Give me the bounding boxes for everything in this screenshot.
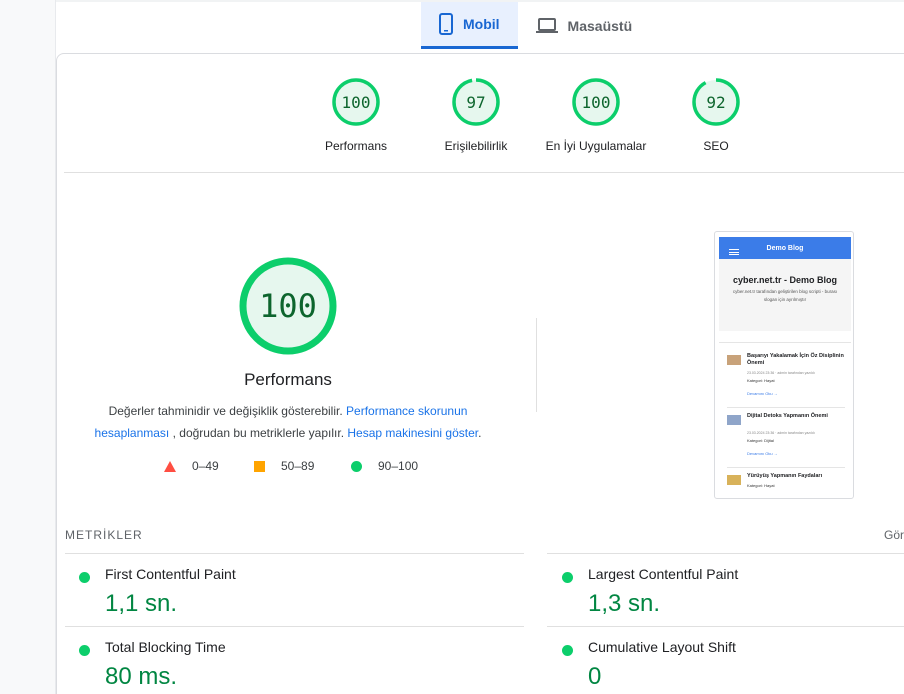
screenshot-post: Dijital Detoks Yapmanın Önemi 23.03.2024…	[727, 413, 845, 463]
metric-value: 80 ms.	[105, 663, 178, 690]
metric-divider	[547, 626, 904, 627]
metric-label: First Contentful Paint	[105, 566, 236, 582]
category-score: 97	[466, 92, 486, 112]
post-thumbnail	[727, 415, 741, 425]
screenshot-site-subtitle: cyber.net.tr tarafından geliştirilen blo…	[732, 289, 838, 302]
category-label: Erişilebilirlik	[444, 139, 508, 153]
score-legend: 0–49 50–89 90–100	[164, 459, 418, 473]
category-gauge[interactable]: 97	[451, 77, 501, 127]
metric-label: Cumulative Layout Shift	[588, 639, 736, 655]
tab-desktop-label: Masaüstü	[567, 17, 633, 34]
metric-divider	[65, 553, 524, 554]
category-score: 100	[581, 92, 611, 112]
left-panel	[0, 0, 56, 694]
legend-average-range: 50–89	[281, 459, 315, 473]
legend-fail: 0–49	[164, 459, 254, 473]
category-gauge[interactable]: 92	[691, 77, 741, 127]
metric-cls: Cumulative Layout Shift 0	[562, 639, 904, 694]
legend-pass-range: 90–100	[378, 459, 419, 473]
metric-value: 1,1 sn.	[105, 590, 178, 617]
screenshot-header-title: Demo Blog	[766, 244, 804, 252]
tab-mobile[interactable]: Mobil	[421, 2, 518, 49]
screenshot-divider	[719, 342, 851, 343]
legend-pass: 90–100	[351, 459, 418, 473]
screenshot-header: Demo Blog	[719, 237, 851, 259]
post-thumbnail	[727, 475, 741, 485]
desc-text: Değerler tahminidir ve değişiklik göster…	[108, 404, 343, 418]
screenshot-post: Yürüyüş Yapmanın Faydaları Kategori: Hay…	[727, 473, 845, 498]
metric-value: 0	[588, 663, 602, 690]
vertical-divider	[536, 318, 537, 412]
post-title: Dijital Detoks Yapmanın Önemi	[747, 413, 828, 419]
category-gauge[interactable]: 100	[331, 77, 381, 127]
performance-title: Performans	[244, 370, 332, 389]
legend-average: 50–89	[254, 459, 351, 473]
post-more: Devamını Oku →	[747, 391, 778, 396]
pass-circle-icon	[562, 572, 573, 583]
metric-label: Largest Contentful Paint	[588, 566, 739, 582]
post-category: Kategori: Hayat	[747, 483, 775, 488]
device-tabs: Mobil Masaüstü	[421, 2, 650, 49]
desc-text-2: , doğrudan bu metriklerle yapılır.	[172, 426, 345, 440]
post-title: Yürüyüş Yapmanın Faydaları	[747, 473, 823, 479]
screenshot-post: Başarıyı Yakalamak İçin Öz Disiplinin Ön…	[727, 353, 845, 403]
category-score: 100	[341, 92, 371, 112]
post-thumbnail	[727, 355, 741, 365]
metrics-heading: METRİKLER	[65, 528, 143, 542]
page-screenshot[interactable]: Demo Blog cyber.net.tr - Demo Blog cyber…	[714, 231, 854, 499]
post-more: Devamını Oku →	[747, 451, 778, 456]
category-label: En İyi Uygulamalar	[545, 139, 647, 153]
post-meta: 23.03.2024 23:36 · admin tarafından yazı…	[747, 431, 815, 435]
performance-description: Değerler tahminidir ve değişiklik göster…	[82, 400, 494, 444]
post-meta: 23.03.2024 23:36 · admin tarafından yazı…	[747, 371, 815, 375]
performance-score: 100	[259, 287, 317, 325]
category-score: 92	[706, 92, 726, 112]
metric-divider	[547, 553, 904, 554]
phone-icon	[439, 13, 453, 35]
pass-circle-icon	[79, 572, 90, 583]
tab-mobile-label: Mobil	[463, 16, 500, 32]
category-label: SEO	[703, 139, 729, 153]
triangle-icon	[164, 460, 176, 472]
legend-fail-range: 0–49	[192, 459, 219, 473]
square-icon	[254, 460, 265, 472]
pass-circle-icon	[562, 645, 573, 656]
category-label: Performans	[324, 139, 388, 153]
circle-icon	[351, 460, 362, 472]
post-category: Kategori: Hayat	[747, 378, 775, 383]
category-gauge[interactable]: 100	[571, 77, 621, 127]
desc-end: .	[478, 426, 482, 440]
metric-value: 1,3 sn.	[588, 590, 661, 617]
performance-gauge[interactable]: 100	[239, 257, 337, 355]
screenshot-site-title: cyber.net.tr - Demo Blog	[732, 275, 838, 285]
tab-desktop[interactable]: Masaüstü	[518, 2, 651, 49]
laptop-icon	[535, 17, 558, 34]
metric-label: Total Blocking Time	[105, 639, 226, 655]
metric-tbt: Total Blocking Time 80 ms.	[79, 639, 439, 694]
screenshot-hero: cyber.net.tr - Demo Blog cyber.net.tr ta…	[719, 259, 851, 331]
metric-divider	[65, 626, 524, 627]
calculator-link[interactable]: Hesap makinesini göster	[347, 426, 478, 440]
pass-circle-icon	[79, 645, 90, 656]
post-title: Başarıyı Yakalamak İçin Öz Disiplinin Ön…	[747, 353, 844, 366]
post-category: Kategori: Dijital	[747, 438, 774, 443]
expand-view-toggle[interactable]: Gör	[884, 528, 904, 542]
hamburger-icon	[729, 249, 739, 255]
screenshot-divider	[727, 467, 845, 468]
screenshot-divider	[727, 407, 845, 408]
divider	[64, 172, 904, 173]
